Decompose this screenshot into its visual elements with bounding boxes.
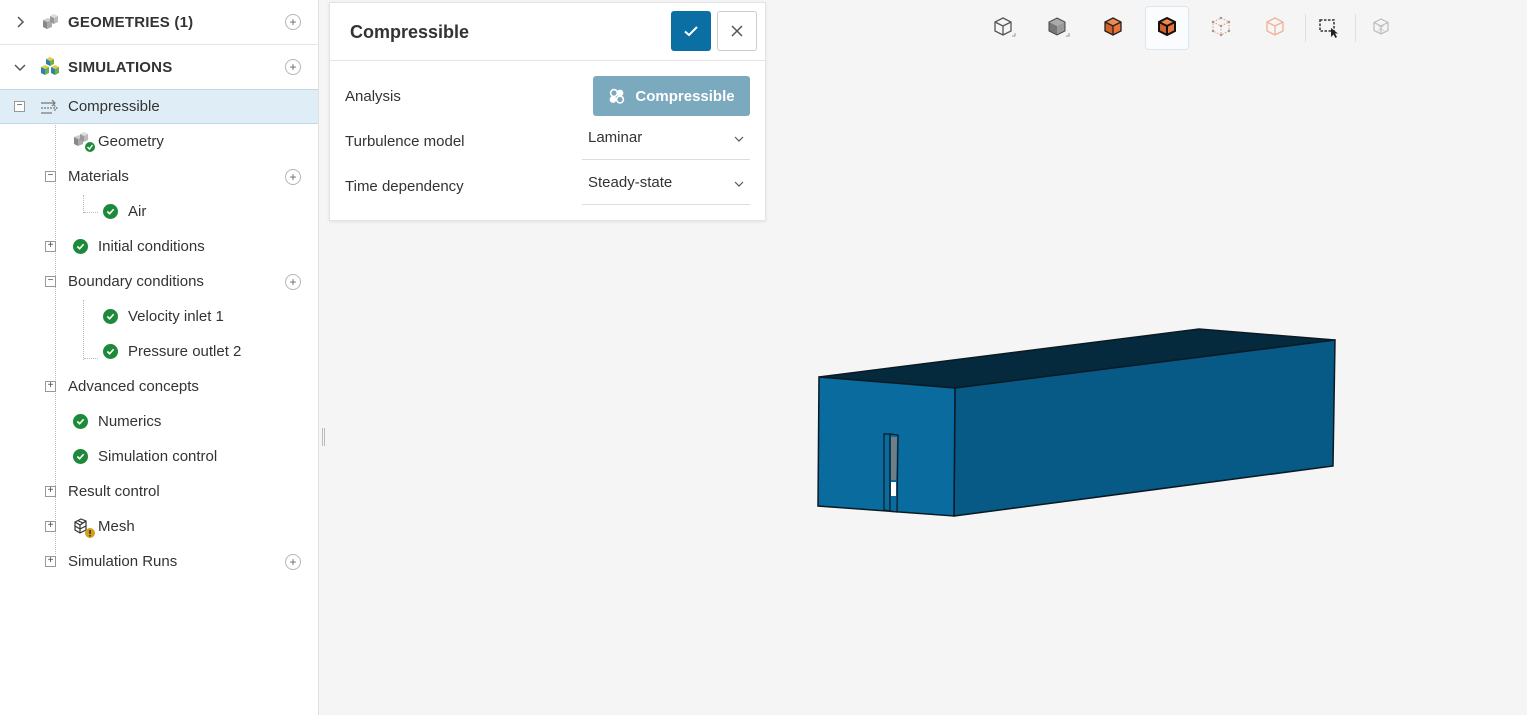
analysis-type-button[interactable]: Compressible bbox=[593, 76, 750, 116]
tree-item-pressure-outlet[interactable]: Pressure outlet 2 bbox=[0, 334, 318, 369]
model-front-face bbox=[817, 376, 956, 517]
tree-item-label: Air bbox=[128, 203, 147, 220]
model-side-face bbox=[953, 339, 1336, 517]
add-boundary-condition-button[interactable]: + bbox=[285, 273, 301, 290]
tree-item-label: Result control bbox=[68, 483, 160, 500]
panel-header: Compressible bbox=[330, 3, 765, 61]
close-icon bbox=[731, 25, 743, 37]
mesh-warning-icon bbox=[74, 518, 95, 538]
simulation-tree-sidebar: GEOMETRIES (1) + SIMULATIONS + − Compres… bbox=[0, 0, 319, 715]
tree-item-label: Initial conditions bbox=[98, 238, 205, 255]
close-button[interactable] bbox=[717, 11, 757, 51]
add-geometry-button[interactable]: + bbox=[285, 14, 301, 30]
flow-arrows-icon bbox=[41, 99, 58, 114]
analysis-label: Analysis bbox=[345, 88, 401, 105]
turbulence-model-label: Turbulence model bbox=[345, 133, 465, 150]
box-geometry-model[interactable] bbox=[817, 328, 1336, 517]
tree-item-label: Compressible bbox=[68, 98, 160, 115]
orange-solid-cube-icon[interactable] bbox=[1091, 6, 1135, 50]
tree-item-materials[interactable]: − Materials + bbox=[0, 159, 318, 194]
geometries-label: GEOMETRIES (1) bbox=[68, 13, 194, 31]
geometries-node[interactable]: GEOMETRIES (1) + bbox=[0, 0, 318, 45]
simulations-icon bbox=[41, 57, 59, 75]
tree-item-label: Simulation Runs bbox=[68, 553, 178, 570]
check-circle-icon bbox=[103, 344, 118, 359]
check-circle-icon bbox=[103, 204, 118, 219]
toolbar-separator bbox=[1305, 14, 1306, 42]
compressible-settings-panel: Compressible Analysis Compressible Turbu… bbox=[329, 2, 766, 221]
tree-item-label: Velocity inlet 1 bbox=[128, 308, 224, 325]
tree-item-label: Mesh bbox=[98, 518, 135, 535]
tree-item-simulation-runs[interactable]: + Simulation Runs + bbox=[0, 544, 318, 579]
model-slot-feature bbox=[883, 433, 899, 513]
expand-toggle[interactable]: + bbox=[45, 556, 56, 567]
solid-cube-icon[interactable] bbox=[1036, 6, 1080, 50]
orange-edges-cube-icon[interactable] bbox=[1145, 6, 1189, 50]
tree-item-initial-conditions[interactable]: + Initial conditions bbox=[0, 229, 318, 264]
hidden-cube-icon[interactable] bbox=[1359, 6, 1403, 50]
tree-item-boundary-conditions[interactable]: − Boundary conditions + bbox=[0, 264, 318, 299]
collapse-toggle[interactable]: − bbox=[14, 101, 25, 112]
tree-item-advanced-concepts[interactable]: + Advanced concepts bbox=[0, 369, 318, 404]
tree-item-label: Numerics bbox=[98, 413, 162, 430]
tree-item-compressible[interactable]: − Compressible bbox=[0, 89, 318, 124]
tree-item-label: Materials bbox=[68, 168, 129, 185]
analysis-value: Compressible bbox=[635, 87, 735, 105]
check-circle-icon bbox=[73, 414, 88, 429]
add-simulation-run-button[interactable]: + bbox=[285, 553, 301, 570]
time-dependency-label: Time dependency bbox=[345, 178, 464, 195]
expand-toggle[interactable]: + bbox=[45, 241, 56, 252]
confirm-button[interactable] bbox=[671, 11, 711, 51]
expand-toggle[interactable]: + bbox=[45, 486, 56, 497]
simulations-node[interactable]: SIMULATIONS + bbox=[0, 45, 318, 90]
tree-item-label: Simulation control bbox=[98, 448, 218, 465]
add-simulation-button[interactable]: + bbox=[285, 59, 301, 75]
time-dependency-value: Steady-state bbox=[588, 174, 673, 191]
model-top-face bbox=[818, 328, 1336, 389]
tree-item-geometry[interactable]: Geometry bbox=[0, 124, 318, 159]
tree-item-simulation-control[interactable]: Simulation control bbox=[0, 439, 318, 474]
check-circle-icon bbox=[103, 309, 118, 324]
panel-resize-handle[interactable] bbox=[322, 428, 325, 446]
expand-toggle[interactable]: + bbox=[45, 381, 56, 392]
collapse-toggle[interactable]: − bbox=[45, 171, 56, 182]
box-select-icon[interactable] bbox=[1307, 6, 1351, 50]
tree-item-label: Boundary conditions bbox=[68, 273, 204, 290]
tree-item-label: Geometry bbox=[98, 133, 164, 150]
geometry-blocks-icon bbox=[43, 14, 58, 29]
dotted-cube-icon[interactable] bbox=[1199, 6, 1243, 50]
outline-orange-cube-icon[interactable] bbox=[1253, 6, 1297, 50]
toolbar-separator bbox=[1355, 14, 1356, 42]
chevron-down-icon bbox=[734, 181, 744, 187]
tree-item-result-control[interactable]: + Result control bbox=[0, 474, 318, 509]
geometry-check-icon bbox=[74, 132, 95, 152]
tree-item-numerics[interactable]: Numerics bbox=[0, 404, 318, 439]
turbulence-model-select[interactable]: Laminar bbox=[582, 116, 750, 160]
tree-item-label: Advanced concepts bbox=[68, 378, 199, 395]
wireframe-cube-icon[interactable] bbox=[982, 6, 1026, 50]
chevron-right-icon[interactable] bbox=[13, 15, 27, 29]
tree-item-air[interactable]: Air bbox=[0, 194, 318, 229]
molecules-icon bbox=[609, 88, 625, 104]
add-material-button[interactable]: + bbox=[285, 168, 301, 185]
simulations-label: SIMULATIONS bbox=[68, 58, 173, 76]
time-dependency-select[interactable]: Steady-state bbox=[582, 161, 750, 205]
check-circle-icon bbox=[73, 239, 88, 254]
panel-title: Compressible bbox=[350, 22, 470, 42]
turbulence-model-value: Laminar bbox=[588, 129, 643, 146]
check-icon bbox=[684, 26, 698, 37]
tree-item-label: Pressure outlet 2 bbox=[128, 343, 242, 360]
tree-item-mesh[interactable]: + Mesh bbox=[0, 509, 318, 544]
chevron-down-icon bbox=[734, 136, 744, 142]
chevron-down-icon[interactable] bbox=[13, 60, 27, 74]
expand-toggle[interactable]: + bbox=[45, 521, 56, 532]
tree-item-velocity-inlet[interactable]: Velocity inlet 1 bbox=[0, 299, 318, 334]
collapse-toggle[interactable]: − bbox=[45, 276, 56, 287]
check-circle-icon bbox=[73, 449, 88, 464]
